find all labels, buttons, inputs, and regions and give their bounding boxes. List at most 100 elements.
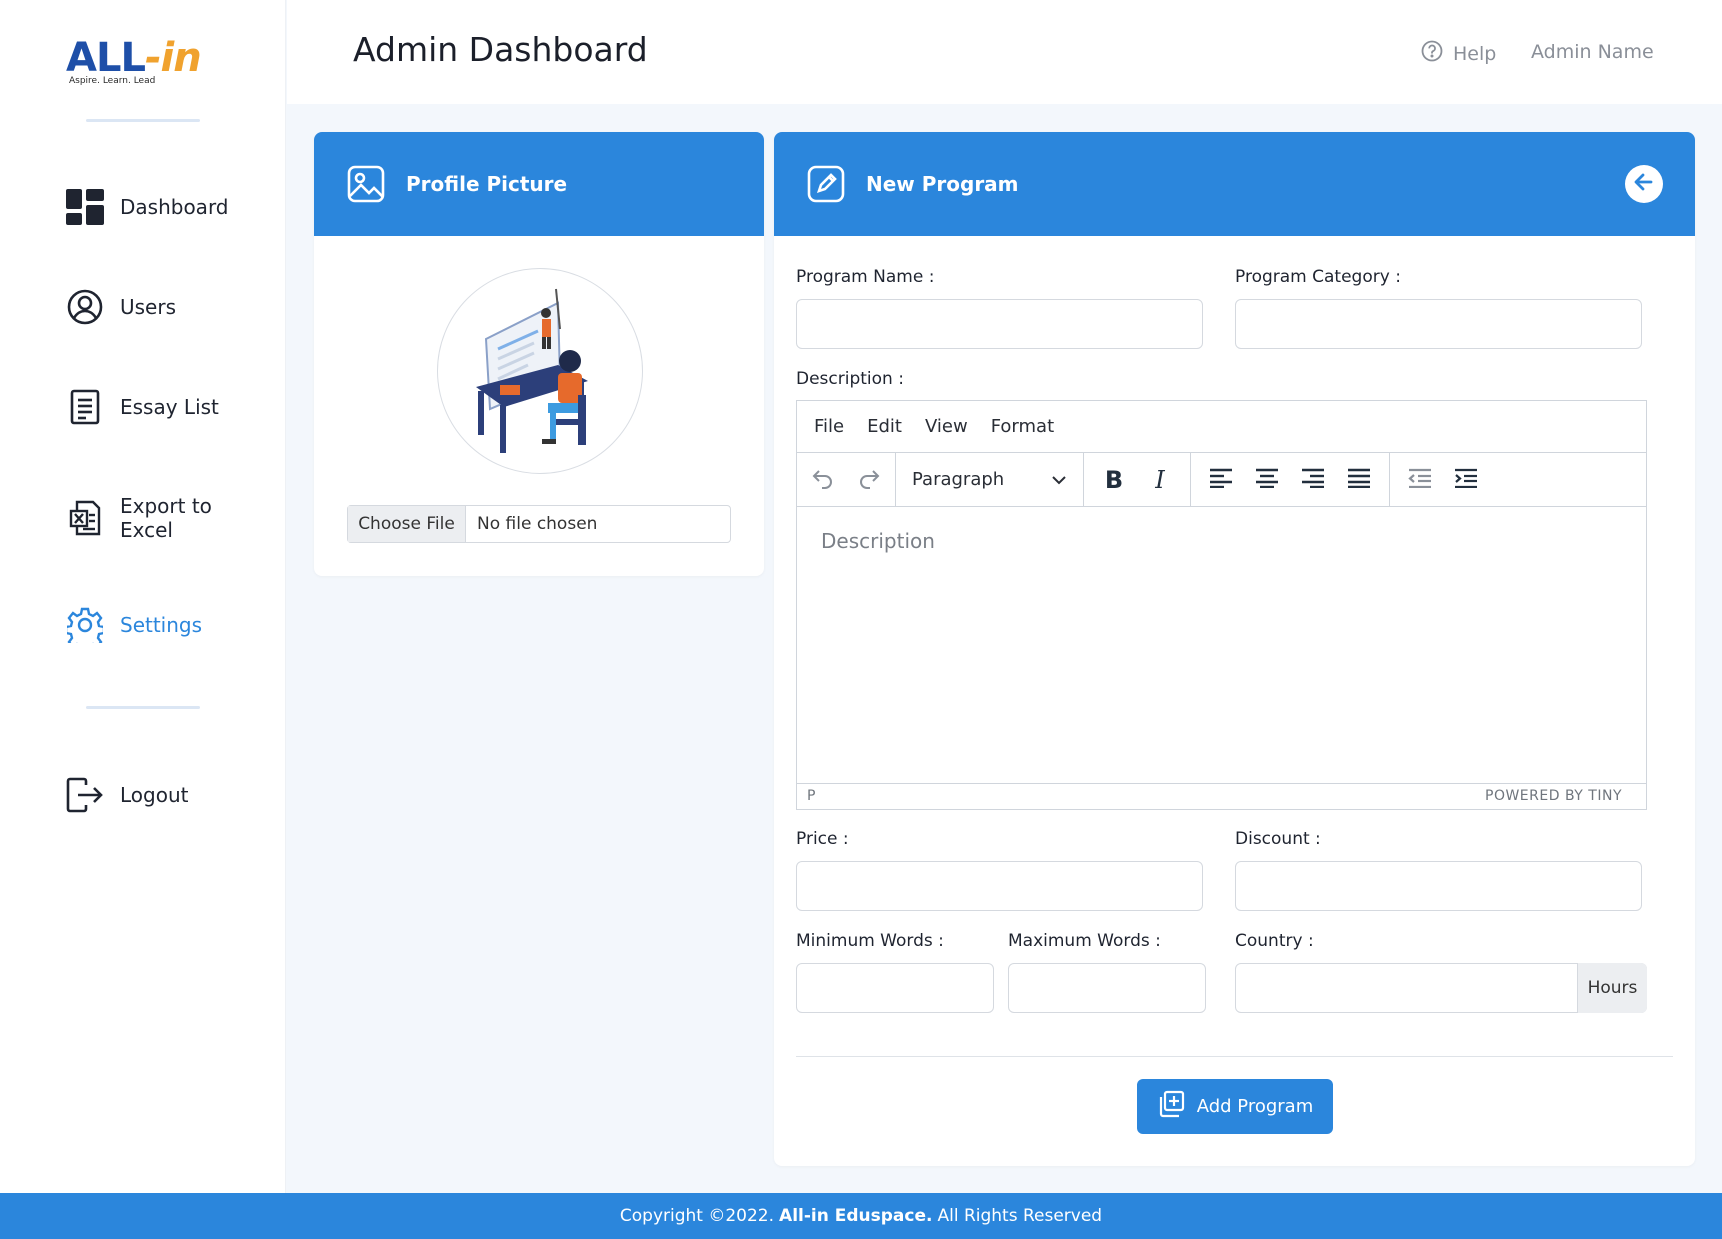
italic-icon: I xyxy=(1155,465,1165,494)
discount-input[interactable] xyxy=(1235,861,1642,911)
brand-logo[interactable]: ALL-in Aspire. Learn. Lead xyxy=(66,36,226,88)
program-category-input[interactable] xyxy=(1235,299,1642,349)
file-status-text: No file chosen xyxy=(477,514,598,534)
footer: Copyright ©2022. All-in Eduspace. All Ri… xyxy=(0,1193,1722,1239)
editor-statusbar: P POWERED BY TINY xyxy=(797,783,1646,808)
program-name-input[interactable] xyxy=(796,299,1203,349)
min-words-label: Minimum Words : xyxy=(796,931,944,951)
editor-menubar: File Edit View Format xyxy=(797,401,1646,453)
sidebar-item-settings[interactable]: Settings xyxy=(64,604,202,646)
align-left-icon xyxy=(1209,468,1233,492)
history-group xyxy=(797,453,896,506)
menu-edit[interactable]: Edit xyxy=(867,416,902,437)
question-circle-icon xyxy=(1421,40,1443,67)
arrow-left-icon xyxy=(1633,171,1655,198)
sidebar-divider xyxy=(86,706,200,709)
program-card-title: New Program xyxy=(866,172,1019,196)
program-name-label: Program Name : xyxy=(796,267,935,287)
page-title: Admin Dashboard xyxy=(353,30,648,69)
menu-view[interactable]: View xyxy=(925,416,968,437)
italic-button[interactable]: I xyxy=(1140,461,1180,499)
sidebar-item-label: Dashboard xyxy=(120,195,229,219)
profile-picture-card: Profile Picture Choose File No file chos… xyxy=(314,132,764,576)
align-right-button[interactable] xyxy=(1293,461,1333,499)
block-format-value: Paragraph xyxy=(912,469,1005,490)
undo-icon xyxy=(811,466,835,494)
country-input-group: Hours xyxy=(1235,963,1647,1013)
profile-card-title: Profile Picture xyxy=(406,172,568,196)
add-program-label: Add Program xyxy=(1196,1096,1314,1117)
menu-file[interactable]: File xyxy=(814,416,844,437)
indent-icon xyxy=(1454,468,1478,492)
form-divider xyxy=(796,1056,1673,1057)
help-link[interactable]: Help xyxy=(1421,40,1496,67)
sidebar-item-label: Essay List xyxy=(120,395,219,419)
block-format-select[interactable]: Paragraph xyxy=(896,453,1084,506)
outdent-button[interactable] xyxy=(1400,461,1440,499)
description-label: Description : xyxy=(796,369,904,389)
max-words-input[interactable] xyxy=(1008,963,1206,1013)
top-header: Admin Dashboard Help Admin Name xyxy=(287,0,1722,104)
logout-icon xyxy=(64,774,106,816)
sidebar-item-logout[interactable]: Logout xyxy=(64,774,188,816)
admin-name-menu[interactable]: Admin Name xyxy=(1531,41,1654,63)
add-program-button[interactable]: Add Program xyxy=(1137,1079,1333,1134)
align-justify-icon xyxy=(1347,468,1371,492)
align-center-button[interactable] xyxy=(1247,461,1287,499)
new-program-card: New Program Program Name : Program Categ… xyxy=(774,132,1695,1166)
indent-group xyxy=(1390,453,1496,506)
align-justify-button[interactable] xyxy=(1339,461,1379,499)
alignment-group xyxy=(1191,453,1390,506)
gear-icon xyxy=(64,604,106,646)
redo-icon xyxy=(857,466,881,494)
sidebar-item-users[interactable]: Users xyxy=(64,286,176,328)
align-left-button[interactable] xyxy=(1201,461,1241,499)
program-card-header: New Program xyxy=(774,132,1695,236)
text-style-group: B I xyxy=(1084,453,1191,506)
menu-format[interactable]: Format xyxy=(991,416,1054,437)
sidebar-item-essay-list[interactable]: Essay List xyxy=(64,386,219,428)
footer-brand: All-in Eduspace. xyxy=(779,1206,933,1226)
editor-placeholder: Description xyxy=(821,529,935,553)
back-button[interactable] xyxy=(1625,165,1663,203)
user-circle-icon xyxy=(64,286,106,328)
sidebar-item-label: Users xyxy=(120,295,177,319)
rich-text-editor: File Edit View Format Paragraph B I Desc… xyxy=(796,400,1647,810)
align-right-icon xyxy=(1301,468,1325,492)
indent-button[interactable] xyxy=(1446,461,1486,499)
profile-file-input[interactable]: Choose File No file chosen xyxy=(347,505,731,543)
price-input[interactable] xyxy=(796,861,1203,911)
logo-main-text: ALL xyxy=(66,35,146,81)
logo-in-text: -in xyxy=(144,35,202,81)
sidebar-item-dashboard[interactable]: Dashboard xyxy=(64,186,229,228)
price-label: Price : xyxy=(796,829,849,849)
element-path[interactable]: P xyxy=(807,788,815,804)
profile-card-header: Profile Picture xyxy=(314,132,764,236)
undo-button[interactable] xyxy=(803,461,843,499)
country-label: Country : xyxy=(1235,931,1314,951)
copyright-text: Copyright ©2022. xyxy=(619,1206,775,1226)
powered-by-link[interactable]: POWERED BY TINY xyxy=(1485,788,1622,804)
sidebar-item-label: Export to Excel xyxy=(120,494,212,542)
rights-text: All Rights Reserved xyxy=(937,1206,1103,1226)
dashboard-icon xyxy=(64,186,106,228)
sidebar-item-label: Settings xyxy=(120,613,203,637)
redo-button[interactable] xyxy=(849,461,889,499)
sidebar-item-label: Logout xyxy=(120,783,189,807)
document-list-icon xyxy=(64,386,106,428)
avatar-illustration xyxy=(437,268,643,474)
discount-label: Discount : xyxy=(1235,829,1321,849)
add-copy-icon xyxy=(1157,1090,1185,1123)
sidebar-item-export-excel[interactable]: Export to Excel xyxy=(64,494,220,542)
help-label: Help xyxy=(1453,42,1497,65)
align-center-icon xyxy=(1255,468,1279,492)
editor-content-area[interactable]: Description xyxy=(797,507,1646,783)
sidebar-divider xyxy=(86,119,200,122)
program-category-label: Program Category : xyxy=(1235,267,1401,287)
bold-button[interactable]: B xyxy=(1094,461,1134,499)
excel-file-icon xyxy=(64,497,106,539)
chevron-down-icon xyxy=(1051,469,1067,490)
max-words-label: Maximum Words : xyxy=(1008,931,1161,951)
choose-file-button[interactable]: Choose File xyxy=(348,506,466,542)
min-words-input[interactable] xyxy=(796,963,994,1013)
